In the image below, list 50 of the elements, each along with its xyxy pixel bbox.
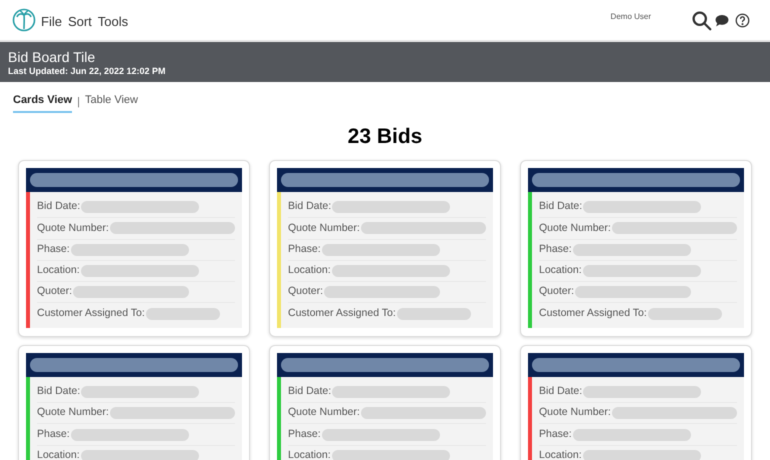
bid-card[interactable]: Bid Date: Quote Number: Phase: Location: Quoter: Customer Assigned To: — [520, 160, 752, 337]
field-label: Quote Number: — [288, 405, 360, 420]
chat-bubble-icon[interactable] — [715, 14, 729, 26]
menu-item[interactable]: File — [41, 12, 62, 32]
field-label: Quote Number: — [37, 405, 109, 420]
field-label: Bid Date: — [37, 199, 80, 214]
field-label: Customer Assigned To: — [37, 306, 145, 322]
field-label: Phase: — [539, 426, 572, 442]
view-tab[interactable]: Table View — [84, 92, 138, 112]
field-label: Quote Number: — [37, 220, 109, 236]
bid-card[interactable]: Bid Date: Quote Number: Phase: Location: — [269, 344, 501, 460]
field-label: Location: — [288, 448, 331, 460]
field-label: Location: — [288, 263, 331, 278]
field-label: Location: — [37, 263, 80, 278]
tab-separator: | — [77, 95, 80, 110]
field-label: Quoter: — [288, 284, 324, 300]
bid-card[interactable]: Bid Date: Quote Number: Phase: Location: — [520, 344, 752, 460]
field-label: Quote Number: — [539, 220, 611, 236]
bid-card[interactable]: Bid Date: Quote Number: Phase: Location: Quoter: Customer Assigned To: — [18, 160, 250, 337]
field-label: Customer Assigned To: — [288, 306, 396, 322]
menu-item[interactable]: Sort — [68, 12, 92, 32]
search-icon[interactable] — [691, 10, 712, 30]
field-label: Quoter: — [37, 284, 72, 300]
field-label: Bid Date: — [288, 199, 332, 214]
bid-card[interactable]: Bid Date: Quote Number: Phase: Location: — [18, 344, 250, 460]
menu-item[interactable]: Tools — [98, 12, 128, 32]
palm-tree-logo-icon — [12, 8, 36, 32]
view-tab[interactable]: Cards View — [13, 92, 72, 112]
field-label: Phase: — [37, 426, 70, 442]
field-label: Location: — [539, 448, 582, 460]
page-title: Bid Board Tile — [8, 50, 96, 65]
help-icon[interactable] — [735, 12, 750, 28]
field-label: Location: — [37, 448, 80, 460]
last-updated-text: Last Updated: Jun 22, 2022 12:02 PM — [8, 65, 167, 77]
field-label: Bid Date: — [539, 199, 582, 214]
user-name[interactable]: Demo User — [610, 11, 651, 23]
field-label: Quote Number: — [288, 220, 360, 236]
field-label: Phase: — [288, 242, 321, 257]
field-label: Quoter: — [539, 284, 574, 300]
bid-count: 23 Bids — [348, 124, 422, 150]
field-label: Location: — [539, 263, 582, 278]
field-label: Bid Date: — [288, 384, 332, 400]
field-label: Quote Number: — [539, 405, 611, 420]
field-label: Bid Date: — [539, 384, 582, 400]
field-label: Customer Assigned To: — [539, 306, 647, 322]
field-label: Bid Date: — [37, 384, 80, 400]
field-label: Phase: — [37, 242, 70, 257]
field-label: Phase: — [288, 426, 321, 442]
field-label: Phase: — [539, 242, 572, 257]
bid-card[interactable]: Bid Date: Quote Number: Phase: Location: Quoter: Customer Assigned To: — [269, 160, 501, 337]
